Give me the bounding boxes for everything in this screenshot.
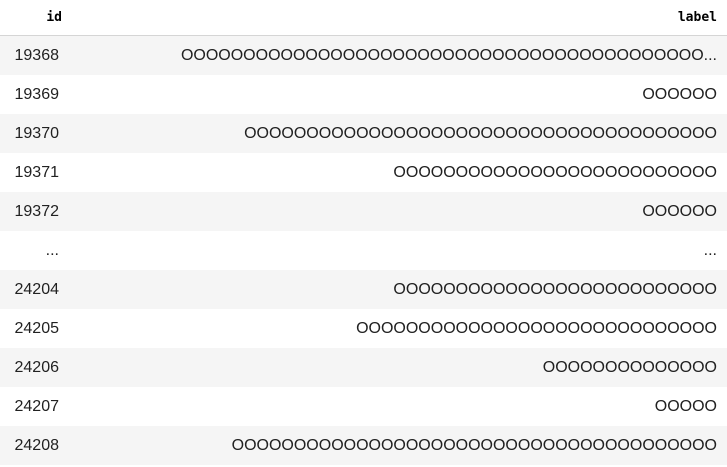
cell-id: 24208 xyxy=(0,426,72,465)
cell-label: OOOOO xyxy=(72,387,727,426)
table-row: 24208 OOOOOOOOOOOOOOOOOOOOOOOOOOOOOOOOOO… xyxy=(0,426,727,465)
column-header-label: label xyxy=(72,0,727,36)
cell-label: OOOOOOOOOOOOOOOOOOOOOOOOOOOOOOOOOOOOOOOO… xyxy=(72,35,727,75)
cell-id: 19368 xyxy=(0,35,72,75)
header-row: id label xyxy=(0,0,727,36)
cell-id: 19370 xyxy=(0,114,72,153)
cell-label: OOOOOOOOOOOOOOOOOOOOOOOOOOOOO xyxy=(72,309,727,348)
cell-label: OOOOOOOOOOOOOOOOOOOOOOOOOO xyxy=(72,270,727,309)
cell-label: OOOOOOOOOOOOOO xyxy=(72,348,727,387)
table-row: 19370 OOOOOOOOOOOOOOOOOOOOOOOOOOOOOOOOOO… xyxy=(0,114,727,153)
cell-id: 24205 xyxy=(0,309,72,348)
cell-label: ... xyxy=(72,231,727,270)
table-row: 24206 OOOOOOOOOOOOOO xyxy=(0,348,727,387)
cell-label: OOOOOO xyxy=(72,192,727,231)
dataframe-table: id label 19368 OOOOOOOOOOOOOOOOOOOOOOOOO… xyxy=(0,0,727,465)
table-row: 24207 OOOOO xyxy=(0,387,727,426)
table-header: id label xyxy=(0,0,727,36)
cell-label: OOOOOOOOOOOOOOOOOOOOOOOOOO xyxy=(72,153,727,192)
cell-label: OOOOOOOOOOOOOOOOOOOOOOOOOOOOOOOOOOOOOOO xyxy=(72,426,727,465)
cell-id: 24204 xyxy=(0,270,72,309)
cell-id: 19369 xyxy=(0,75,72,114)
cell-id: 19371 xyxy=(0,153,72,192)
table-body: 19368 OOOOOOOOOOOOOOOOOOOOOOOOOOOOOOOOOO… xyxy=(0,35,727,465)
cell-id: 19372 xyxy=(0,192,72,231)
table-row: 19371 OOOOOOOOOOOOOOOOOOOOOOOOOO xyxy=(0,153,727,192)
table-row: 19369 OOOOOO xyxy=(0,75,727,114)
cell-id: 24206 xyxy=(0,348,72,387)
table-row: 24204 OOOOOOOOOOOOOOOOOOOOOOOOOO xyxy=(0,270,727,309)
cell-label: OOOOOO xyxy=(72,75,727,114)
table-row: 24205 OOOOOOOOOOOOOOOOOOOOOOOOOOOOO xyxy=(0,309,727,348)
table-row: 19368 OOOOOOOOOOOOOOOOOOOOOOOOOOOOOOOOOO… xyxy=(0,35,727,75)
table-row: 19372 OOOOOO xyxy=(0,192,727,231)
cell-label: OOOOOOOOOOOOOOOOOOOOOOOOOOOOOOOOOOOOOO xyxy=(72,114,727,153)
cell-id: 24207 xyxy=(0,387,72,426)
cell-id: ... xyxy=(0,231,72,270)
table-row-ellipsis: ... ... xyxy=(0,231,727,270)
column-header-id: id xyxy=(0,0,72,36)
